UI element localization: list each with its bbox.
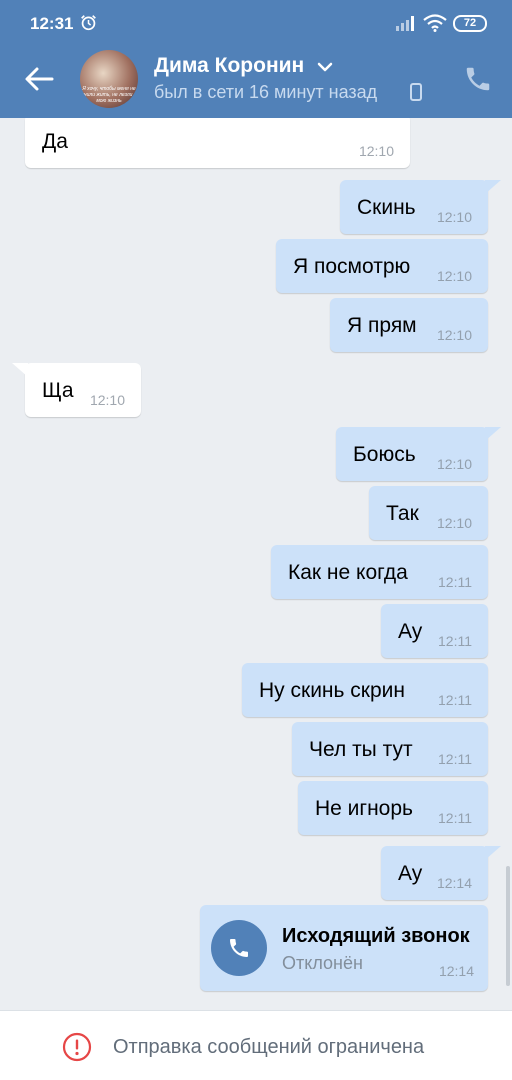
alarm-icon bbox=[81, 15, 96, 31]
message-time: 12:10 bbox=[436, 515, 472, 531]
signal-icon bbox=[396, 16, 414, 31]
message-text: Так bbox=[386, 502, 419, 525]
message-time: 12:11 bbox=[438, 810, 472, 826]
chevron-down-icon[interactable] bbox=[316, 60, 334, 74]
message-time: 12:11 bbox=[438, 574, 472, 590]
message-time: 12:10 bbox=[89, 392, 125, 408]
phone-icon bbox=[230, 939, 248, 957]
back-arrow-icon[interactable] bbox=[22, 62, 56, 96]
bubble-tail bbox=[485, 427, 501, 441]
mobile-device-icon bbox=[410, 83, 422, 101]
restriction-text: Отправка сообщений ограничена bbox=[113, 1036, 425, 1058]
chat-header: 12:31 72 Я хочу, чтобы меня не учили жит… bbox=[0, 0, 512, 118]
call-title: Исходящий звонок bbox=[282, 925, 470, 947]
wifi-icon bbox=[423, 14, 447, 32]
message-bubble-incoming[interactable]: Да 12:10 bbox=[25, 118, 410, 168]
message-text: Скинь bbox=[357, 196, 416, 219]
status-time: 12:31 bbox=[30, 14, 74, 33]
message-text: Ща bbox=[42, 379, 74, 402]
message-time: 12:10 bbox=[436, 456, 472, 472]
contact-status: был в сети 16 минут назад bbox=[154, 82, 378, 102]
message-bubble-outgoing[interactable]: Ну скинь скрин 12:11 bbox=[242, 663, 488, 717]
bubble-tail bbox=[485, 846, 501, 860]
message-time: 12:11 bbox=[438, 751, 472, 767]
message-text: Ау bbox=[398, 620, 423, 643]
call-status: Отклонён bbox=[282, 953, 363, 973]
message-bubble-outgoing[interactable]: Чел ты тут 12:11 bbox=[292, 722, 488, 776]
avatar[interactable]: Я хочу, чтобы меня не учили жить, не лез… bbox=[80, 50, 138, 108]
message-text: Ну скинь скрин bbox=[259, 679, 405, 702]
message-text: Как не когда bbox=[288, 561, 408, 584]
bubble-tail bbox=[12, 363, 28, 377]
message-bubble-outgoing[interactable]: Как не когда 12:11 bbox=[271, 545, 488, 599]
message-bubble-outgoing[interactable]: Боюсь 12:10 bbox=[336, 427, 501, 481]
message-time: 12:10 bbox=[358, 143, 394, 159]
message-time: 12:11 bbox=[438, 633, 472, 649]
message-bubble-outgoing[interactable]: Ау 12:11 bbox=[381, 604, 488, 658]
call-message-bubble[interactable]: Исходящий звонок Отклонён 12:14 bbox=[200, 905, 488, 991]
warning-icon bbox=[62, 1032, 92, 1062]
message-bubble-outgoing[interactable]: Так 12:10 bbox=[369, 486, 488, 540]
message-text: Я посмотрю bbox=[293, 255, 411, 278]
message-text: Я прям bbox=[347, 314, 417, 337]
message-time: 12:10 bbox=[436, 209, 472, 225]
scrollbar[interactable] bbox=[506, 866, 510, 986]
message-bubble-outgoing[interactable]: Я прям 12:10 bbox=[330, 298, 488, 352]
battery-indicator: 72 bbox=[453, 15, 487, 32]
message-time: 12:10 bbox=[436, 268, 472, 284]
bubble-tail bbox=[485, 180, 501, 194]
message-bubble-incoming[interactable]: Ща 12:10 bbox=[12, 363, 141, 417]
call-button[interactable] bbox=[211, 920, 267, 976]
avatar-caption: Я хочу, чтобы меня не учили жить, не лез… bbox=[81, 86, 137, 104]
message-time: 12:10 bbox=[436, 327, 472, 343]
contact-name[interactable]: Дима Коронин bbox=[154, 54, 304, 78]
message-text: Ау bbox=[398, 862, 423, 885]
message-time: 12:11 bbox=[438, 692, 472, 708]
message-bubble-outgoing[interactable]: Ау 12:14 bbox=[381, 846, 501, 900]
phone-call-icon[interactable] bbox=[463, 64, 493, 94]
status-bar: 12:31 72 bbox=[0, 0, 512, 48]
message-bubble-outgoing[interactable]: Скинь 12:10 bbox=[340, 180, 501, 234]
message-text: Боюсь bbox=[353, 443, 416, 466]
message-text: Чел ты тут bbox=[309, 738, 413, 761]
restriction-footer: Отправка сообщений ограничена bbox=[0, 1010, 512, 1080]
message-text: Не игнорь bbox=[315, 797, 413, 820]
message-bubble-outgoing[interactable]: Не игнорь 12:11 bbox=[298, 781, 488, 835]
call-time: 12:14 bbox=[438, 963, 474, 979]
message-list[interactable]: Да 12:10 Скинь 12:10 Я посмотрю 12:10 Я … bbox=[0, 118, 512, 1010]
message-bubble-outgoing[interactable]: Я посмотрю 12:10 bbox=[276, 239, 488, 293]
message-text: Да bbox=[42, 130, 68, 153]
message-time: 12:14 bbox=[436, 875, 472, 891]
